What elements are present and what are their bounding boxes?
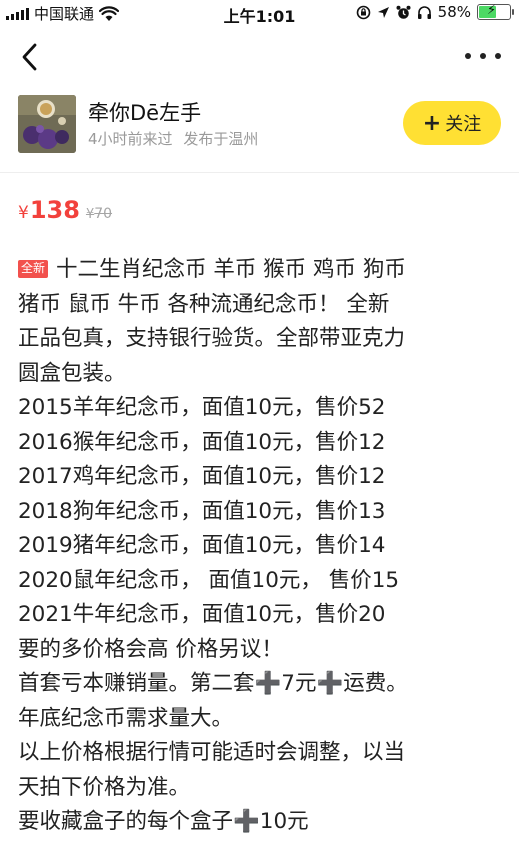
condition-badge: 全新 (18, 260, 49, 278)
last-seen: 4小时前来过 (88, 130, 173, 148)
seller-meta: 4小时前来过 发布于温州 (88, 128, 258, 149)
description-line: 2017鸡年纪念币，面值10元，售价12 (18, 464, 386, 489)
description-line: 2016猴年纪念币，面值10元，售价12 (18, 429, 386, 455)
divider (0, 172, 519, 173)
description-line: 首套亏本赚销量。第二套➕7元➕运费。 (18, 671, 408, 696)
seller-name[interactable]: 牵你Dē左手 (88, 97, 201, 127)
description-line: 要的多价格会高 价格另议！ (18, 636, 283, 662)
description-line: 全新 十二生肖纪念币 羊币 猴币 鸡币 狗币 (18, 253, 508, 288)
description-line: 天拍下价格为准。 (18, 774, 191, 800)
description-line: 2019猪年纪念币，面值10元，售价14 (18, 533, 386, 558)
description-line: 要收藏盒子的每个盒子➕10元 (18, 809, 309, 834)
price-currency: ¥ (18, 203, 29, 223)
seller-info: 牵你Dē左手 4小时前来过 发布于温州 + 关注 (18, 95, 501, 155)
battery-percent: 58% (437, 3, 471, 21)
back-button[interactable] (14, 40, 44, 74)
item-description: 全新 十二生肖纪念币 羊币 猴币 鸡币 狗币 猪币 鼠币 牛币 各种流通纪念币！ … (18, 253, 508, 840)
alarm-icon (396, 5, 411, 19)
description-line: 2021牛年纪念币，面值10元，售价20 (18, 602, 386, 627)
description-line: 正品包真，支持银行验货。全部带亚克力 (18, 326, 406, 351)
description-line: 年底纪念币需求量大。 (18, 705, 234, 731)
location-icon (377, 6, 389, 18)
post-location: 发布于温州 (183, 130, 259, 148)
description-line: 2018狗年纪念币，面值10元，售价13 (18, 498, 386, 524)
description-line: 猪币 鼠币 牛币 各种流通纪念币！ 全新 (18, 291, 390, 317)
battery-icon: ⚡ (477, 3, 514, 20)
follow-label: 关注 (445, 114, 482, 135)
description-line: 2020鼠年纪念币， 面值10元， 售价15 (18, 567, 400, 593)
nav-bar (0, 36, 519, 80)
chevron-left-icon (22, 43, 37, 71)
status-bar: 中国联通 上午1:01 58% ⚡ (0, 0, 519, 26)
original-price: 70 (94, 206, 113, 222)
description-line: 以上价格根据行情可能适时会调整，以当 (18, 740, 406, 765)
more-horizontal-icon (465, 53, 471, 59)
headphones-icon (417, 5, 431, 19)
follow-button[interactable]: + 关注 (403, 101, 501, 145)
price-row: ¥ 138 ¥ 70 (18, 196, 112, 224)
description-line: 2015羊年纪念币，面值10元，售价52 (18, 395, 386, 420)
rotation-lock-icon (356, 5, 370, 19)
plus-icon: + (422, 110, 442, 136)
description-line: 圆盒包装。 (18, 360, 126, 386)
current-price: 138 (29, 196, 80, 224)
original-price-currency: ¥ (85, 207, 95, 222)
avatar[interactable] (18, 95, 76, 153)
status-right: 58% ⚡ (356, 3, 514, 21)
avatar-image (18, 95, 76, 153)
more-button[interactable] (465, 46, 501, 66)
